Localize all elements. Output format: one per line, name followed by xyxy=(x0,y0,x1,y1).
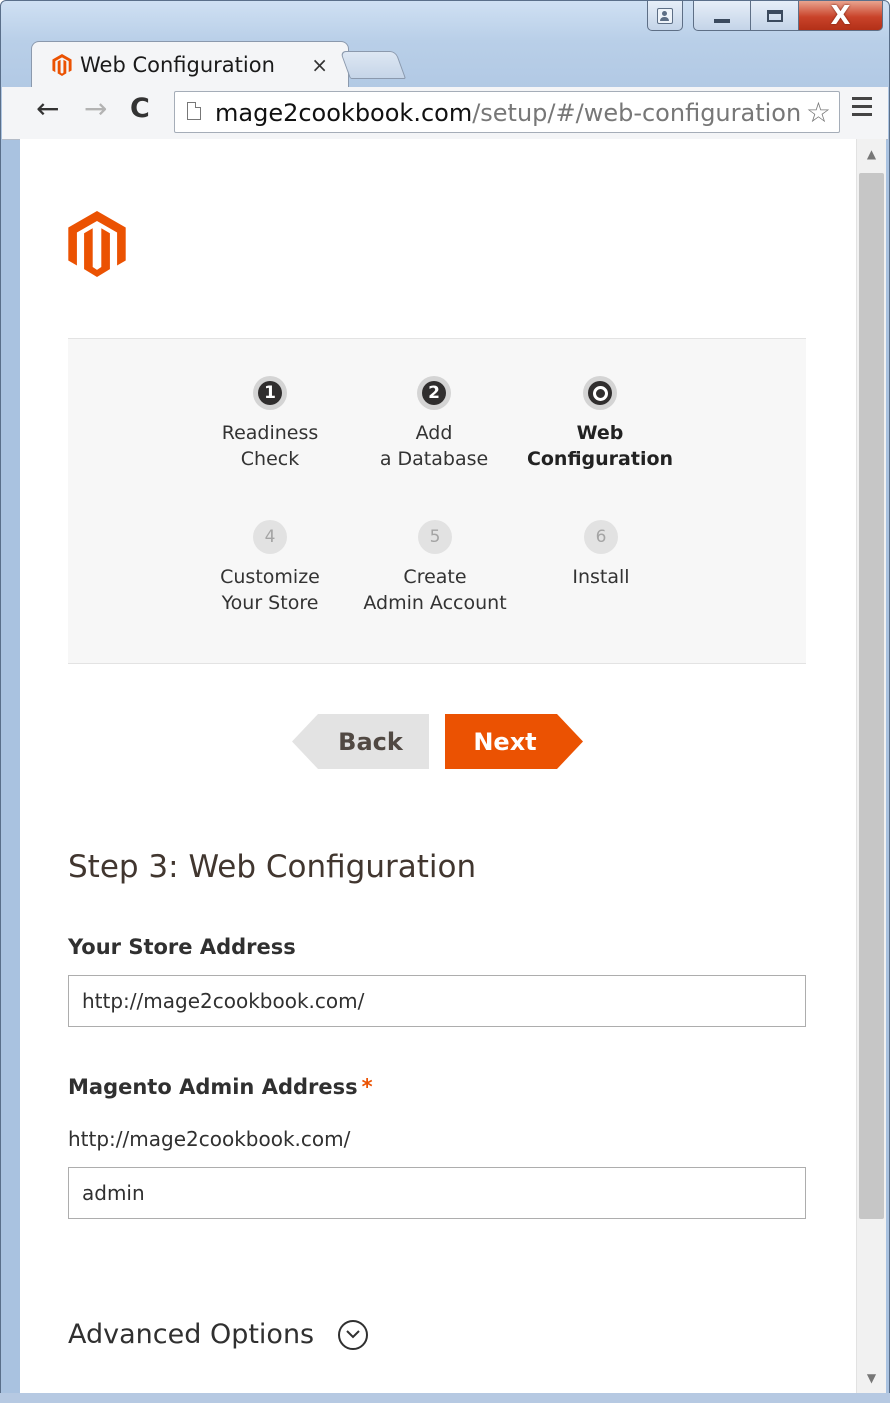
star-icon[interactable]: ☆ xyxy=(806,96,831,129)
wizard-progress: 1 Readiness Check 2 Add a Database Web Conf… xyxy=(68,338,806,664)
browser-tab-active[interactable]: Web Configuration × xyxy=(31,41,349,87)
new-tab-button[interactable] xyxy=(339,51,407,79)
wizard-step-readiness-check: 1 Readiness Check xyxy=(188,376,352,472)
tab-close-icon[interactable]: × xyxy=(311,53,328,77)
url-text[interactable]: mage2cookbook.com/setup/#/web-configurat… xyxy=(215,99,801,127)
step-label: Add xyxy=(415,422,453,444)
step-pending-icon: 5 xyxy=(418,520,452,554)
step-label: Your Store xyxy=(221,592,319,614)
maximize-icon xyxy=(766,9,783,22)
admin-address-input[interactable] xyxy=(68,1167,806,1219)
step-complete-icon: 1 xyxy=(253,376,287,410)
step-label: a Database xyxy=(379,448,489,470)
wizard-step-create-admin: 5 Create Admin Account xyxy=(353,520,517,616)
step-current-icon xyxy=(583,376,617,410)
vertical-scrollbar[interactable]: ▲ ▼ xyxy=(856,139,886,1393)
maximize-button[interactable] xyxy=(751,1,799,31)
menu-icon[interactable] xyxy=(852,97,872,121)
magento-favicon-icon xyxy=(52,53,72,76)
step-label: Configuration xyxy=(526,448,674,470)
advanced-options-toggle[interactable]: Advanced Options xyxy=(68,1319,369,1350)
window-bottom-border xyxy=(0,1393,890,1403)
minimize-icon xyxy=(714,18,730,23)
wizard-step-add-database: 2 Add a Database xyxy=(352,376,516,472)
address-bar[interactable]: mage2cookbook.com/setup/#/web-configurat… xyxy=(174,91,840,133)
wizard-step-customize-store: 4 Customize Your Store xyxy=(188,520,352,616)
url-host: mage2cookbook.com xyxy=(215,99,473,127)
browser-toolbar: ← → C mage2cookbook.com/setup/#/web-conf… xyxy=(2,87,888,140)
window-caption-buttons: X xyxy=(647,1,883,33)
tab-title: Web Configuration xyxy=(80,52,275,77)
scroll-down-arrow-icon[interactable]: ▼ xyxy=(857,1371,886,1385)
admin-url-prefix: http://mage2cookbook.com/ xyxy=(68,1127,351,1151)
page-icon xyxy=(187,102,201,120)
page-title: Step 3: Web Configuration xyxy=(68,849,477,885)
scrollbar-thumb[interactable] xyxy=(859,173,884,1219)
back-arrow-icon[interactable]: ← xyxy=(36,95,59,123)
wizard-step-web-configuration: Web Configuration xyxy=(518,376,682,472)
step-label: Web xyxy=(576,422,624,444)
store-address-input[interactable] xyxy=(68,975,806,1027)
url-path: /setup/#/web-configuration xyxy=(472,99,802,127)
admin-address-label: Magento Admin Address xyxy=(68,1075,358,1099)
step-label: Create xyxy=(403,566,467,588)
minimize-button[interactable] xyxy=(693,1,751,31)
forward-arrow-icon[interactable]: → xyxy=(84,95,107,123)
close-icon: X xyxy=(830,0,851,31)
reload-icon[interactable]: C xyxy=(130,95,150,122)
user-profile-button[interactable] xyxy=(647,1,683,31)
admin-address-label-row: Magento Admin Address * xyxy=(68,1075,373,1099)
step-label: Readiness xyxy=(221,422,319,444)
magento-logo-icon xyxy=(68,211,126,277)
required-marker: * xyxy=(361,1075,373,1099)
back-button[interactable]: Back xyxy=(292,714,429,769)
chevron-down-icon[interactable] xyxy=(338,1319,369,1350)
step-pending-icon: 6 xyxy=(584,520,618,554)
step-label: Install xyxy=(572,566,630,588)
step-pending-icon: 4 xyxy=(253,520,287,554)
close-window-button[interactable]: X xyxy=(799,1,883,31)
advanced-options-label: Advanced Options xyxy=(68,1319,315,1350)
scroll-up-arrow-icon[interactable]: ▲ xyxy=(857,147,886,161)
step-label: Admin Account xyxy=(363,592,507,614)
user-icon xyxy=(657,7,673,24)
step-label: Customize xyxy=(220,566,320,588)
step-label: Check xyxy=(240,448,300,470)
store-address-label: Your Store Address xyxy=(68,935,296,959)
wizard-step-install: 6 Install xyxy=(519,520,683,590)
step-complete-icon: 2 xyxy=(417,376,451,410)
next-button[interactable]: Next xyxy=(445,714,583,769)
page-content: 1 Readiness Check 2 Add a Database Web Conf… xyxy=(20,139,856,1393)
